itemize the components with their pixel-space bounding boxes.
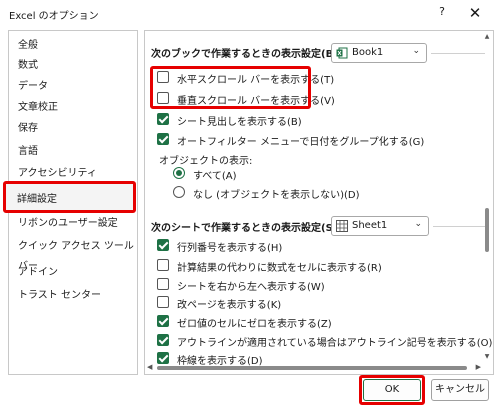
sidebar-item-general[interactable]: 全般 <box>9 36 137 56</box>
cancel-button[interactable]: キャンセル <box>431 379 489 401</box>
scroll-left-arrow-icon[interactable]: ◀ <box>147 363 152 371</box>
sidebar-item-data[interactable]: データ <box>9 77 137 97</box>
option-page-breaks[interactable]: 改ページを表示する(K) <box>157 295 457 311</box>
sidebar-item-addins[interactable]: アドイン <box>9 263 137 283</box>
section-divider <box>433 226 485 227</box>
horizontal-scrollbar[interactable]: ◀ ▶ <box>147 363 481 372</box>
zero-values-label: ゼロ値のセルにゼロを表示する(Z) <box>177 319 332 330</box>
option-headers[interactable]: 行列番号を表示する(H) <box>157 238 457 254</box>
options-panel: 次のブックで作業するときの表示設定(B): Book1 ⌄ 水平スクロール バー… <box>144 30 494 375</box>
option-date-group[interactable]: オートフィルター メニューで日付をグループ化する(G) <box>157 132 457 148</box>
scroll-down-arrow-icon[interactable]: ▼ <box>483 353 491 361</box>
objects-none-label: なし (オブジェクトを表示しない)(D) <box>193 190 360 201</box>
sheet-select[interactable]: Sheet1 ⌄ <box>331 216 429 236</box>
date-group-label: オートフィルター メニューで日付をグループ化する(G) <box>177 137 425 148</box>
sidebar-item-save[interactable]: 保存 <box>9 119 137 139</box>
objects-all-label: すべて(A) <box>193 171 237 182</box>
vertical-scroll-thumb[interactable] <box>485 208 489 252</box>
section-divider <box>431 53 485 54</box>
ok-button[interactable]: OK <box>363 379 421 401</box>
right-to-left-label: シートを右から左へ表示する(W) <box>177 282 325 293</box>
sheet-tabs-label: シート見出しを表示する(B) <box>177 117 302 128</box>
option-objects-none[interactable]: なし (オブジェクトを表示しない)(D) <box>173 185 393 201</box>
close-button[interactable]: ✕ <box>463 3 487 23</box>
vertical-scrollbar[interactable]: ▲ ▼ <box>483 33 491 372</box>
show-formulas-label: 計算結果の代わりに数式をセルに表示する(R) <box>177 263 382 274</box>
sheet-select-value: Sheet1 <box>352 220 388 231</box>
zero-values-checkbox[interactable] <box>157 315 169 327</box>
outline-symbols-label: アウトラインが適用されている場合はアウトライン記号を表示する(O) <box>177 338 493 349</box>
objects-none-radio[interactable] <box>173 186 185 198</box>
window-title: Excel のオプション <box>9 11 99 22</box>
workbook-select[interactable]: Book1 ⌄ <box>331 43 427 63</box>
option-show-formulas[interactable]: 計算結果の代わりに数式をセルに表示する(R) <box>157 258 457 274</box>
right-to-left-checkbox[interactable] <box>157 278 169 290</box>
highlight-frame <box>150 66 311 109</box>
page-breaks-checkbox[interactable] <box>157 296 169 308</box>
sidebar-item-language[interactable]: 言語 <box>9 142 137 162</box>
sidebar-item-trust-center[interactable]: トラスト センター <box>9 286 137 306</box>
option-outline-symbols[interactable]: アウトラインが適用されている場合はアウトライン記号を表示する(O) <box>157 333 492 349</box>
outline-symbols-checkbox[interactable] <box>157 334 169 346</box>
title-bar: Excel のオプション ? ✕ <box>0 0 500 26</box>
chevron-down-icon: ⌄ <box>412 46 420 56</box>
scroll-up-arrow-icon[interactable]: ▲ <box>483 33 491 41</box>
date-group-checkbox[interactable] <box>157 133 169 145</box>
sidebar-item-advanced[interactable]: 詳細設定 <box>3 181 136 213</box>
page-breaks-label: 改ページを表示する(K) <box>177 300 282 311</box>
scroll-right-arrow-icon[interactable]: ▶ <box>476 363 481 371</box>
workbook-select-value: Book1 <box>352 47 384 58</box>
sheet-section-header: 次のシートで作業するときの表示設定(S): <box>151 223 342 234</box>
headers-label: 行列番号を表示する(H) <box>177 243 283 254</box>
help-button[interactable]: ? <box>432 5 452 21</box>
excel-workbook-icon <box>336 47 348 59</box>
sidebar-item-formulas[interactable]: 数式 <box>9 56 137 76</box>
option-sheet-tabs[interactable]: シート見出しを表示する(B) <box>157 112 457 128</box>
headers-checkbox[interactable] <box>157 239 169 251</box>
option-objects-all[interactable]: すべて(A) <box>173 166 373 182</box>
sidebar-item-proofing[interactable]: 文章校正 <box>9 98 137 118</box>
horizontal-scroll-thumb[interactable] <box>157 366 467 370</box>
option-right-to-left[interactable]: シートを右から左へ表示する(W) <box>157 277 457 293</box>
workbook-section-header: 次のブックで作業するときの表示設定(B): <box>151 49 342 60</box>
objects-all-radio[interactable] <box>173 167 185 179</box>
show-formulas-checkbox[interactable] <box>157 259 169 271</box>
sidebar-item-quick-access[interactable]: クイック アクセス ツール バー <box>9 237 137 272</box>
gridlines-checkbox[interactable] <box>157 352 169 364</box>
sheet-grid-icon <box>336 220 348 232</box>
sidebar-item-advanced-label: 詳細設定 <box>17 194 57 205</box>
objects-label: オブジェクトの表示: <box>159 156 253 167</box>
sidebar-item-ribbon[interactable]: リボンのユーザー設定 <box>9 214 137 234</box>
sheet-tabs-checkbox[interactable] <box>157 113 169 125</box>
option-zero-values[interactable]: ゼロ値のセルにゼロを表示する(Z) <box>157 314 457 330</box>
chevron-down-icon: ⌄ <box>414 219 422 229</box>
